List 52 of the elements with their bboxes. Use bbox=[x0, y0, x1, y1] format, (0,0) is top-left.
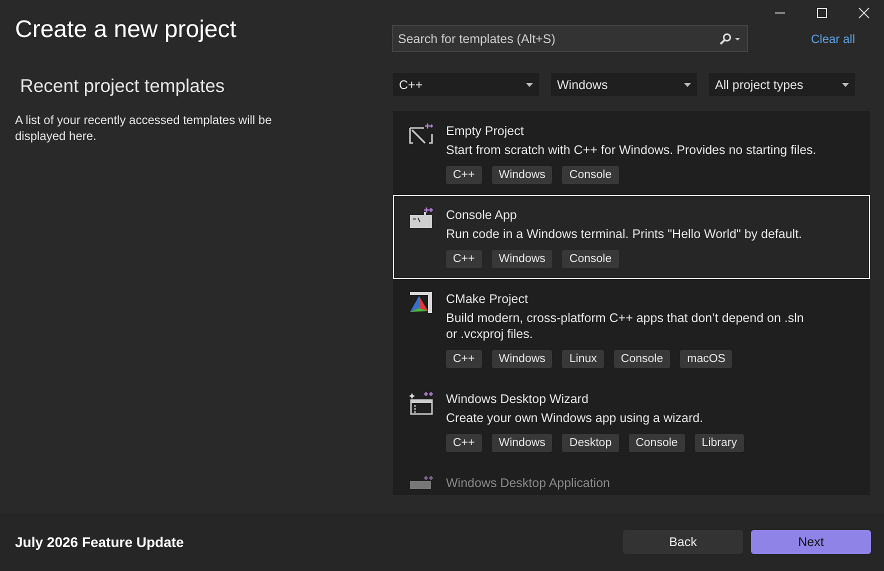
tag: C++ bbox=[446, 166, 482, 184]
clear-all-link[interactable]: Clear all bbox=[811, 32, 856, 46]
dropdown-caret-icon bbox=[526, 82, 533, 86]
footer-button[interactable]: Next bbox=[751, 530, 871, 554]
tag: macOS bbox=[680, 350, 732, 368]
tag: Windows bbox=[492, 350, 552, 368]
cmake-icon bbox=[409, 291, 433, 315]
template-title: CMake Project bbox=[446, 291, 529, 307]
template-description: Start from scratch with C++ for Windows. Provides no starting files. bbox=[446, 142, 818, 158]
template-item[interactable]: Console App Run code in a Windows terminal. Prints "Hello World" by default. C++ Windows Console bbox=[393, 195, 870, 279]
wizard-icon bbox=[409, 391, 433, 415]
dropdown-caret-icon bbox=[842, 82, 849, 86]
dropdown-caret-icon bbox=[684, 82, 691, 86]
tag: Windows bbox=[492, 250, 552, 268]
template-description: Create your own Windows app using a wizard. bbox=[446, 410, 704, 426]
tag: Library bbox=[694, 434, 744, 452]
version-label: July 2026 Feature Update bbox=[15, 534, 184, 550]
template-description: Build modern, cross-platform C++ apps that don’t depend on .sln or .vcxproj files. bbox=[446, 310, 805, 342]
template-item[interactable]: Empty Project Start from scratch with C++ for Windows. Provides no starting files. C++ Windows Console bbox=[393, 111, 870, 195]
window-icon bbox=[409, 475, 433, 489]
search-field[interactable]: Search for templates (Alt+S) bbox=[392, 25, 748, 52]
tag: Windows bbox=[492, 166, 552, 184]
template-title: Console App bbox=[446, 207, 518, 223]
tag: Desktop bbox=[562, 434, 619, 452]
empty-project-icon bbox=[409, 123, 433, 147]
template-title: Windows Desktop Wizard bbox=[446, 391, 590, 407]
tag: Console bbox=[614, 350, 670, 368]
section-heading: Recent project templates bbox=[20, 74, 226, 98]
close-icon[interactable] bbox=[858, 7, 870, 19]
console-icon bbox=[409, 207, 433, 231]
tag: Linux bbox=[562, 350, 604, 368]
tag: Windows bbox=[492, 434, 552, 452]
tag: C++ bbox=[446, 350, 482, 368]
filter-dropdown[interactable]: C++ bbox=[393, 73, 539, 96]
template-item[interactable]: Windows Desktop Wizard Create your own Windows app using a wizard. C++ Windows Desktop Console Library bbox=[393, 379, 870, 463]
template-description: Run code in a Windows terminal. Prints "Hello World" by default. bbox=[446, 226, 804, 242]
template-title: Windows Desktop Application bbox=[446, 475, 611, 491]
window-title: Create a new project bbox=[15, 15, 238, 45]
tag: C++ bbox=[446, 250, 482, 268]
template-item[interactable]: Windows Desktop Application bbox=[393, 463, 870, 495]
footer-button[interactable]: Back bbox=[623, 530, 743, 554]
tag: C++ bbox=[446, 434, 482, 452]
tag: Console bbox=[628, 434, 685, 452]
search-icon[interactable] bbox=[719, 33, 741, 45]
filter-dropdown[interactable]: Windows bbox=[551, 73, 697, 96]
maximize-icon[interactable] bbox=[816, 7, 828, 19]
tag: Console bbox=[562, 250, 619, 268]
filter-dropdown[interactable]: All project types bbox=[709, 73, 855, 96]
empty-state-text: A list of your recently accessed templates will be displayed here. bbox=[15, 112, 273, 144]
template-item[interactable]: CMake Project Build modern, cross-platform C++ apps that don’t depend on .sln or .vcxproj files. C++ Windows Linux Console macOS bbox=[393, 279, 870, 379]
template-title: Empty Project bbox=[446, 123, 525, 139]
tag: Console bbox=[562, 166, 619, 184]
